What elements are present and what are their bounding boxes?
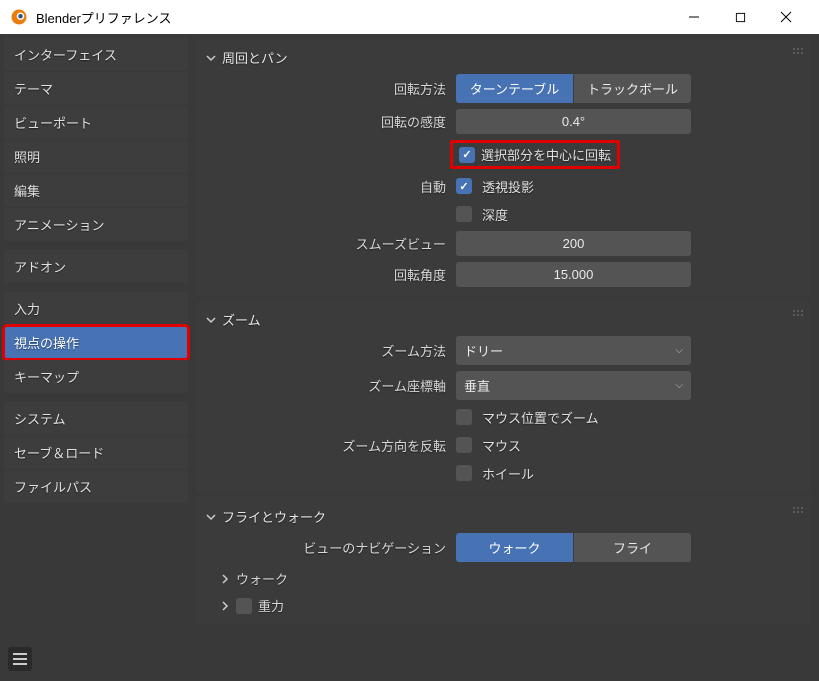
hamburger-icon [13,653,27,665]
label-auto: 自動 [206,177,456,196]
panel-fly-walk: フライとウォーク ビューのナビゲーション ウォーク フライ ウォーク 重力 [196,497,811,625]
auto-depth-checkbox[interactable] [456,206,472,222]
zoom-axis-select[interactable]: 垂直 ⌵ [456,371,691,400]
smooth-view-field[interactable]: 200 [456,231,691,256]
chevron-down-icon [206,315,216,325]
sidebar-item-system[interactable]: システム [4,402,188,435]
orbit-around-selection-highlight: 選択部分を中心に回転 [450,140,620,169]
auto-perspective-checkbox[interactable] [456,178,472,194]
zoom-method-select[interactable]: ドリー ⌵ [456,336,691,365]
chevron-down-icon: ⌵ [675,345,683,356]
sidebar: インターフェイス テーマ ビューポート 照明 編集 アニメーション アドオン 入… [0,34,192,681]
nav-fly-button[interactable]: フライ [573,533,691,562]
sidebar-item-lights[interactable]: 照明 [4,140,188,173]
view-navigation-toggle[interactable]: ウォーク フライ [456,533,691,562]
window-title: Blenderプリファレンス [36,8,671,27]
rotation-sensitivity-field[interactable]: 0.4° [456,109,691,134]
panel-drag-handle[interactable] [793,310,803,316]
panel-header-fly-walk[interactable]: フライとウォーク [206,503,801,530]
panel-header-orbit[interactable]: 周回とパン [206,44,801,71]
sidebar-item-animation[interactable]: アニメーション [4,208,188,241]
blender-logo-icon [10,8,28,26]
sidebar-item-addons[interactable]: アドオン [4,250,188,283]
sidebar-item-interface[interactable]: インターフェイス [4,38,188,71]
preferences-menu-button[interactable] [8,647,32,671]
label-perspective: 透視投影 [482,177,534,196]
titlebar: Blenderプリファレンス [0,0,819,34]
label-zoom-to-mouse: マウス位置でズーム [482,408,599,427]
invert-mouse-checkbox[interactable] [456,437,472,453]
label-zoom-axis: ズーム座標軸 [206,376,456,395]
label-view-navigation: ビューのナビゲーション [206,538,456,557]
maximize-button[interactable] [717,0,763,34]
sidebar-item-navigation[interactable]: 視点の操作 [4,326,188,359]
label-invert-mouse: マウス [482,436,521,455]
close-button[interactable] [763,0,809,34]
sidebar-item-save-load[interactable]: セーブ＆ロード [4,436,188,469]
label-zoom-method: ズーム方法 [206,341,456,360]
chevron-down-icon [206,53,216,63]
label-orbit-around-selection: 選択部分を中心に回転 [481,145,611,164]
gravity-checkbox[interactable] [236,598,252,614]
invert-wheel-checkbox[interactable] [456,465,472,481]
subpanel-walk[interactable]: ウォーク [206,565,801,592]
label-depth: 深度 [482,205,508,224]
panel-drag-handle[interactable] [793,507,803,513]
sidebar-item-keymap[interactable]: キーマップ [4,360,188,393]
label-smooth-view: スムーズビュー [206,234,456,253]
orbit-around-selection-checkbox[interactable] [459,147,475,163]
label-rotation-angle: 回転角度 [206,265,456,284]
subpanel-gravity[interactable]: 重力 [206,592,801,619]
rotation-method-trackball[interactable]: トラックボール [573,74,691,103]
panel-zoom: ズーム ズーム方法 ドリー ⌵ ズーム座標軸 垂直 ⌵ [196,300,811,493]
panel-header-zoom[interactable]: ズーム [206,306,801,333]
content-area: 周回とパン 回転方法 ターンテーブル トラックボール 回転の感度 0.4° [192,34,819,681]
minimize-button[interactable] [671,0,717,34]
chevron-right-icon [220,601,230,611]
rotation-angle-field[interactable]: 15.000 [456,262,691,287]
label-invert-wheel: ホイール [482,464,534,483]
label-rotation-method: 回転方法 [206,79,456,98]
chevron-right-icon [220,574,230,584]
sidebar-item-file-paths[interactable]: ファイルパス [4,470,188,503]
rotation-method-toggle[interactable]: ターンテーブル トラックボール [456,74,691,103]
chevron-down-icon [206,512,216,522]
panel-orbit-pan: 周回とパン 回転方法 ターンテーブル トラックボール 回転の感度 0.4° [196,38,811,296]
sidebar-item-viewport[interactable]: ビューポート [4,106,188,139]
zoom-to-mouse-checkbox[interactable] [456,409,472,425]
label-invert-zoom: ズーム方向を反転 [206,436,456,455]
chevron-down-icon: ⌵ [675,380,683,391]
sidebar-item-editing[interactable]: 編集 [4,174,188,207]
sidebar-item-themes[interactable]: テーマ [4,72,188,105]
panel-drag-handle[interactable] [793,48,803,54]
sidebar-item-input[interactable]: 入力 [4,292,188,325]
nav-walk-button[interactable]: ウォーク [456,533,573,562]
label-rotation-sensitivity: 回転の感度 [206,112,456,131]
rotation-method-turntable[interactable]: ターンテーブル [456,74,573,103]
